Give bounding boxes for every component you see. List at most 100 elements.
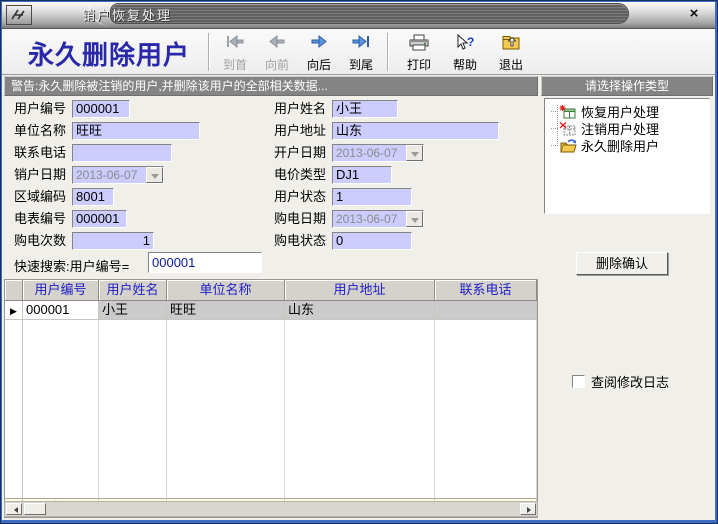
- purchase-count-label: 购电次数: [14, 232, 66, 250]
- window-title: 销户恢复处理: [82, 5, 172, 24]
- go-last-icon: [350, 34, 372, 49]
- phone-field[interactable]: [72, 144, 172, 162]
- cell-company[interactable]: 旺旺: [167, 301, 285, 320]
- view-log-option[interactable]: 查阅修改日志: [572, 372, 669, 391]
- purchase-status-field[interactable]: 0: [332, 232, 412, 250]
- tree-item-restore-user[interactable]: 恢复用户处理: [551, 103, 659, 120]
- user-name-label: 用户姓名: [274, 100, 326, 118]
- scroll-right-icon: [527, 507, 534, 513]
- scroll-right-button[interactable]: [520, 503, 536, 515]
- side-panel-header: 请选择操作类型: [541, 76, 713, 96]
- print-label: 打印: [407, 59, 431, 72]
- print-button[interactable]: 打印: [396, 32, 442, 73]
- cell-user-id[interactable]: 000001: [23, 301, 99, 320]
- go-first-button: 到首: [214, 32, 256, 73]
- view-log-checkbox[interactable]: [572, 375, 585, 388]
- cell-address[interactable]: 山东: [285, 301, 435, 320]
- user-address-field[interactable]: 山东: [332, 122, 499, 140]
- scroll-left-button[interactable]: [6, 503, 22, 515]
- app-window: 销户恢复处理 × 永久删除用户 到首 向前 向后: [2, 2, 715, 520]
- meter-number-label: 电表编号: [14, 210, 66, 228]
- title-capsule: [110, 3, 629, 24]
- go-next-icon: [308, 34, 330, 49]
- tree-item-cancel-user[interactable]: 注销用户处理: [551, 120, 659, 137]
- meter-number-field[interactable]: 000001: [72, 210, 127, 228]
- scrollbar-thumb[interactable]: [24, 503, 46, 515]
- restore-user-icon: [559, 104, 577, 120]
- warning-bar: 警告:永久删除被注销的用户,并删除该用户的全部相关数据...: [4, 76, 538, 96]
- scroll-left-icon: [11, 507, 18, 513]
- close-button[interactable]: ×: [685, 5, 703, 23]
- help-label: 帮助: [453, 59, 477, 72]
- go-next-label: 向后: [307, 59, 331, 72]
- purchase-date-dropdown-icon: [406, 211, 423, 227]
- view-log-label: 查阅修改日志: [591, 372, 669, 391]
- price-type-label: 电价类型: [274, 166, 326, 184]
- purchase-count-field[interactable]: 1: [72, 232, 154, 250]
- column-header-user-name[interactable]: 用户姓名: [99, 280, 167, 301]
- exit-folder-icon: [500, 34, 522, 51]
- exit-label: 退出: [499, 59, 523, 72]
- company-name-field[interactable]: 旺旺: [72, 122, 200, 140]
- help-button[interactable]: ? 帮助: [442, 32, 488, 73]
- toolbar: 永久删除用户 到首 向前 向后: [2, 29, 715, 75]
- tree-line: [551, 111, 558, 112]
- tree-item-delete-user[interactable]: 永久删除用户: [551, 137, 659, 154]
- exit-button[interactable]: 退出: [488, 32, 534, 73]
- side-panel: 请选择操作类型 恢复用户处理: [541, 75, 713, 520]
- go-first-label: 到首: [223, 59, 247, 72]
- table-empty-area: [5, 320, 537, 498]
- svg-text:?: ?: [467, 35, 474, 49]
- region-code-field[interactable]: 8001: [72, 188, 114, 206]
- quick-search-input[interactable]: 000001: [148, 252, 262, 273]
- user-status-field[interactable]: 1: [332, 188, 412, 206]
- delete-user-folder-icon: [559, 138, 577, 154]
- app-logo-icon: [6, 5, 32, 25]
- close-date-label: 销户日期: [14, 166, 66, 184]
- column-header-phone[interactable]: 联系电话: [435, 280, 537, 301]
- tree-item-label: 永久删除用户: [581, 136, 659, 155]
- go-prev-icon: [266, 34, 288, 49]
- tree-line: [551, 128, 558, 129]
- cell-user-name[interactable]: 小王: [99, 301, 167, 320]
- purchase-date-label: 购电日期: [274, 210, 326, 228]
- region-code-label: 区域编码: [14, 188, 66, 206]
- go-last-button[interactable]: 到尾: [340, 32, 382, 73]
- user-id-label: 用户编号: [14, 100, 66, 118]
- table-header-row: 用户编号 用户姓名 单位名称 用户地址 联系电话: [5, 280, 537, 301]
- go-prev-button: 向前: [256, 32, 298, 73]
- cell-phone[interactable]: [435, 301, 537, 320]
- window-frame: 销户恢复处理 × 永久删除用户 到首 向前 向后: [0, 0, 718, 524]
- go-prev-label: 向前: [265, 59, 289, 72]
- main-area: 警告:永久删除被注销的用户,并删除该用户的全部相关数据... 用户编号 0000…: [2, 75, 715, 520]
- column-header-user-id[interactable]: 用户编号: [23, 280, 99, 301]
- price-type-field[interactable]: DJ1: [332, 166, 392, 184]
- toolbar-separator: [208, 33, 209, 71]
- open-date-dropdown-icon: [406, 145, 423, 161]
- printer-icon: [408, 34, 430, 51]
- column-header-company[interactable]: 单位名称: [167, 280, 285, 301]
- quick-search-label: 快速搜索:用户编号=: [14, 256, 129, 275]
- go-first-icon: [224, 34, 246, 49]
- current-row-marker: ▶: [5, 301, 23, 320]
- go-last-label: 到尾: [349, 59, 373, 72]
- user-address-label: 用户地址: [274, 122, 326, 140]
- operation-tree: 恢复用户处理 注销用户处理: [544, 98, 710, 214]
- page-title: 永久删除用户: [14, 35, 204, 72]
- go-next-button[interactable]: 向后: [298, 32, 340, 73]
- user-status-label: 用户状态: [274, 188, 326, 206]
- horizontal-scrollbar[interactable]: [4, 501, 538, 517]
- user-name-field[interactable]: 小王: [332, 100, 398, 118]
- user-id-field[interactable]: 000001: [72, 100, 130, 118]
- table-row[interactable]: ▶ 000001 小王 旺旺 山东: [5, 301, 537, 320]
- close-date-dropdown-icon: [146, 167, 163, 183]
- phone-label: 联系电话: [14, 144, 66, 162]
- company-name-label: 单位名称: [14, 122, 66, 140]
- selector-column-header: [5, 280, 23, 301]
- title-bar[interactable]: 销户恢复处理 ×: [2, 2, 715, 29]
- tree-line: [551, 145, 558, 146]
- purchase-status-label: 购电状态: [274, 232, 326, 250]
- delete-confirm-button[interactable]: 删除确认: [576, 252, 668, 275]
- user-table: 用户编号 用户姓名 单位名称 用户地址 联系电话 ▶ 000001 小王 旺旺 …: [4, 279, 538, 518]
- column-header-address[interactable]: 用户地址: [285, 280, 435, 301]
